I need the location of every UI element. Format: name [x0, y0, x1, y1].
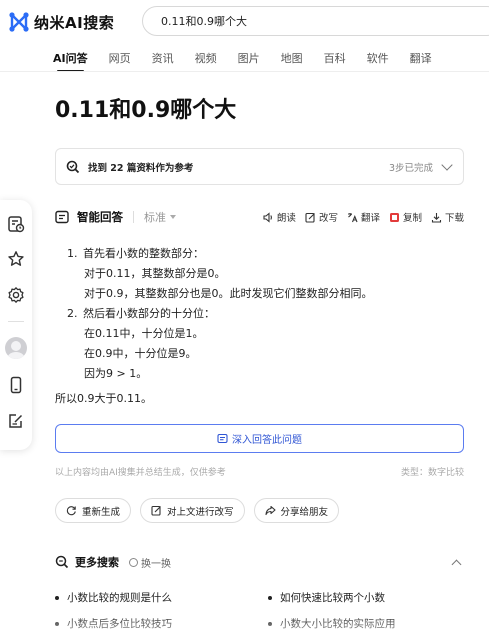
gear-icon[interactable] [7, 286, 25, 304]
step-item: 1. 首先看小数的整数部分： [67, 244, 373, 264]
copy-icon [389, 212, 399, 222]
step-detail: 在0.9中，十分位是9。 [84, 347, 197, 360]
logo[interactable]: 纳米AI搜索 [8, 11, 114, 33]
read-aloud-button[interactable]: 朗读 [263, 210, 296, 224]
edit-icon [305, 212, 315, 223]
step-text: 首先看小数的整数部分： [83, 247, 204, 260]
edit-icon [151, 505, 161, 516]
share-button[interactable]: 分享给朋友 [253, 498, 340, 523]
translate-button[interactable]: 翻译 [347, 210, 380, 224]
step-detail: 在0.11中，十分位是1。 [84, 327, 204, 340]
tab-web[interactable]: 网页 [109, 50, 131, 72]
deep-answer-label: 深入回答此问题 [232, 435, 302, 446]
star-icon[interactable] [7, 250, 25, 268]
tab-software[interactable]: 软件 [367, 50, 389, 72]
rewrite-label: 改写 [318, 213, 338, 224]
answer-header: 智能回答 标准 朗读 改写 翻译 复制 下载 [55, 209, 464, 225]
download-button[interactable]: 下载 [431, 210, 464, 224]
download-label: 下载 [444, 213, 464, 224]
side-toolbar [0, 200, 32, 450]
step-number: 2. [67, 307, 78, 320]
refresh-suggestions-button[interactable]: 换一换 [129, 555, 171, 570]
rewrite-above-label: 对上文进行改写 [167, 506, 234, 518]
step-number: 1. [67, 247, 78, 260]
top-bar: 纳米AI搜索 0.11和0.9哪个大 [0, 0, 489, 44]
read-aloud-label: 朗读 [276, 213, 296, 224]
search-tabs: AI问答 网页 资讯 视频 图片 地图 百科 软件 翻译 [53, 50, 453, 72]
more-searches-title: 更多搜索 [75, 556, 119, 569]
answer-conclusion: 所以0.9大于0.11。 [55, 392, 152, 405]
logo-text: 纳米AI搜索 [34, 13, 115, 32]
rewrite-button[interactable]: 改写 [305, 210, 338, 224]
sources-count-text: 找到 22 篇资料作为参考 [88, 162, 194, 174]
step-detail: 对于0.9，其整数部分也是0。此时发现它们整数部分相同。 [84, 287, 373, 300]
tab-translate[interactable]: 翻译 [410, 50, 432, 72]
chevron-down-icon[interactable] [441, 158, 453, 171]
more-searches-header: 更多搜索 换一换 [55, 554, 464, 570]
download-icon [431, 212, 442, 223]
tab-map[interactable]: 地图 [281, 50, 303, 72]
share-icon [264, 505, 276, 516]
answer-actions: 朗读 改写 翻译 复制 下载 [263, 210, 464, 224]
sources-summary[interactable]: 找到 22 篇资料作为参考 3步已完成 [55, 148, 464, 185]
mobile-icon[interactable] [7, 376, 25, 394]
translate-icon [347, 212, 358, 222]
page-title: 0.11和0.9哪个大 [55, 98, 237, 123]
answer-body: 1. 首先看小数的整数部分： 对于0.11，其整数部分是0。 对于0.9，其整数部… [67, 244, 373, 384]
tab-news[interactable]: 资讯 [152, 50, 174, 72]
steps-status: 3步已完成 [388, 162, 433, 174]
tab-baike[interactable]: 百科 [324, 50, 346, 72]
search-query: 0.11和0.9哪个大 [161, 15, 247, 28]
logo-icon [9, 12, 29, 32]
search-sources-icon [66, 160, 80, 173]
caret-down-icon[interactable] [170, 215, 176, 219]
tab-video[interactable]: 视频 [195, 50, 217, 72]
deep-answer-button[interactable]: 深入回答此问题 [55, 424, 464, 453]
answer-followup-actions: 重新生成 对上文进行改写 分享给朋友 [55, 498, 340, 523]
related-searches: 小数比较的规则是什么 如何快速比较两个小数 小数点后多位比较技巧 小数大小比较的… [55, 590, 464, 631]
ai-disclaimer: 以上内容均由AI搜集并总结生成，仅供参考 [55, 468, 226, 478]
more-search-icon [55, 555, 69, 569]
feedback-icon[interactable] [7, 412, 25, 430]
chevron-up-icon[interactable] [451, 559, 462, 569]
answer-title: 智能回答 [77, 210, 123, 224]
share-label: 分享给朋友 [280, 506, 329, 518]
toolbar-divider [8, 321, 24, 322]
regenerate-label: 重新生成 [82, 506, 121, 518]
regenerate-button[interactable]: 重新生成 [55, 498, 132, 523]
related-search-item[interactable]: 小数点后多位比较技巧 [55, 616, 268, 631]
step-text: 然后看小数部分的十分位： [83, 307, 215, 320]
refresh-icon [66, 506, 76, 516]
tab-images[interactable]: 图片 [238, 50, 260, 72]
search-input[interactable]: 0.11和0.9哪个大 [142, 6, 489, 36]
copy-label: 复制 [402, 213, 422, 224]
tab-divider [0, 71, 489, 72]
tab-ai-qa[interactable]: AI问答 [53, 50, 88, 72]
related-search-item[interactable]: 小数比较的规则是什么 [55, 590, 268, 605]
history-icon[interactable] [7, 215, 25, 233]
rewrite-above-button[interactable]: 对上文进行改写 [140, 498, 245, 523]
refresh-icon [129, 557, 138, 567]
translate-label: 翻译 [360, 213, 380, 224]
header-divider [133, 211, 134, 223]
step-detail: 因为9 > 1。 [84, 367, 148, 380]
answer-mode-select[interactable]: 标准 [144, 209, 166, 225]
related-search-item[interactable]: 小数大小比较的实际应用 [268, 616, 464, 631]
avatar[interactable] [5, 337, 27, 359]
smart-answer-icon [55, 210, 69, 224]
refresh-label: 换一换 [141, 558, 171, 570]
deep-answer-icon [217, 433, 228, 444]
related-search-item[interactable]: 如何快速比较两个小数 [268, 590, 464, 605]
step-detail: 对于0.11，其整数部分是0。 [84, 267, 226, 280]
answer-type-label: 类型：数字比较 [400, 468, 464, 478]
speaker-icon [263, 211, 272, 223]
copy-button[interactable]: 复制 [389, 210, 422, 224]
step-item: 2. 然后看小数部分的十分位： [67, 304, 373, 324]
